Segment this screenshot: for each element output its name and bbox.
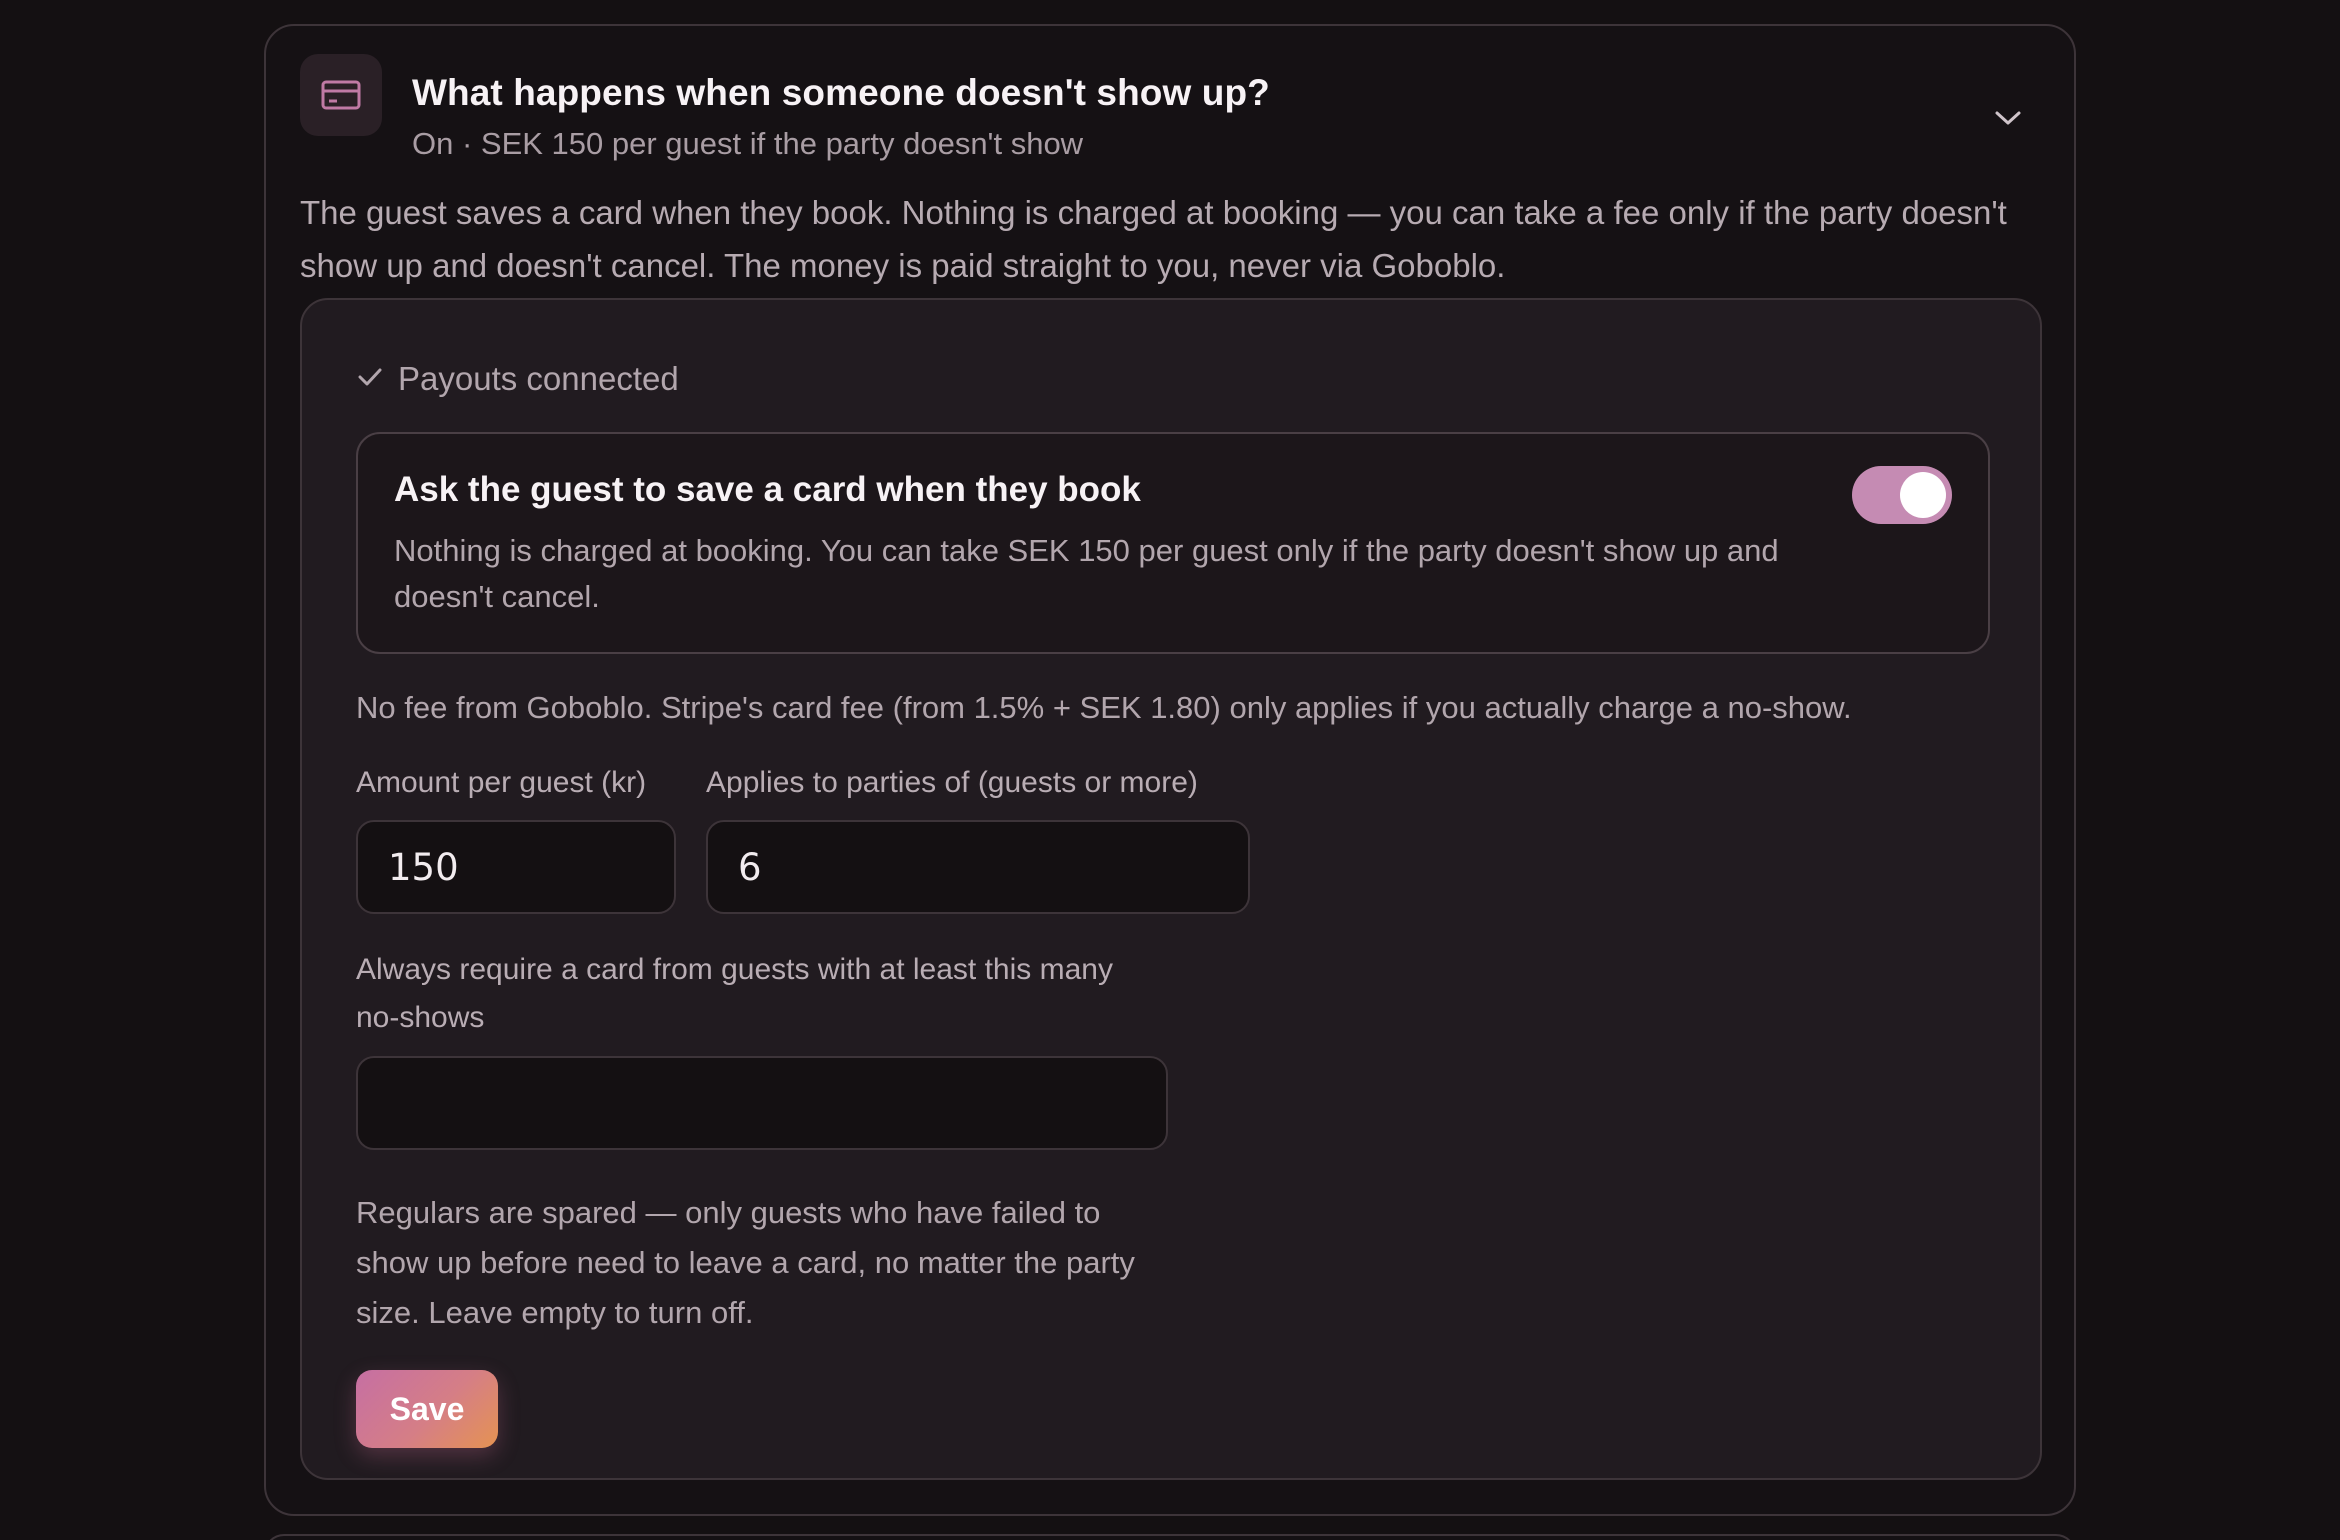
credit-card-icon [300,54,382,136]
section-title: What happens when someone doesn't show u… [412,72,1270,113]
noshow-help-text: Regulars are spared — only guests who ha… [356,1195,1135,1330]
party-size-input[interactable] [706,820,1250,914]
payouts-status: Payouts connected [356,356,679,402]
section-status-summary: On · SEK 150 per guest if the party does… [412,126,1084,161]
settings-panel: Payouts connected Ask the guest to save … [300,298,2042,1480]
save-card-toggle[interactable] [1852,466,1952,524]
save-card-option-description: Nothing is charged at booking. You can t… [394,533,1779,614]
fee-note: No fee from Goboblo. Stripe's card fee (… [356,690,1852,725]
check-icon [356,365,384,394]
chevron-down-icon[interactable] [1986,96,2030,140]
payouts-label: Payouts connected [398,360,679,397]
noshow-threshold-label: Always require a card from guests with a… [356,953,1113,1034]
page: What happens when someone doesn't show u… [0,0,2340,1540]
section-intro: The guest saves a card when they book. N… [300,194,2007,284]
section-header: What happens when someone doesn't show u… [300,52,2040,172]
amount-per-guest-input[interactable] [356,820,676,914]
save-card-option: Ask the guest to save a card when they b… [356,432,1990,654]
next-section-card-edge [264,1534,2076,1540]
toggle-knob [1900,472,1946,518]
amount-per-guest-label: Amount per guest (kr) [356,766,647,799]
no-show-settings-card: What happens when someone doesn't show u… [264,24,2076,1516]
noshow-threshold-input[interactable] [356,1056,1168,1150]
party-size-label: Applies to parties of (guests or more) [706,766,1198,799]
save-button[interactable]: Save [356,1370,498,1448]
save-card-option-title: Ask the guest to save a card when they b… [394,470,1141,509]
